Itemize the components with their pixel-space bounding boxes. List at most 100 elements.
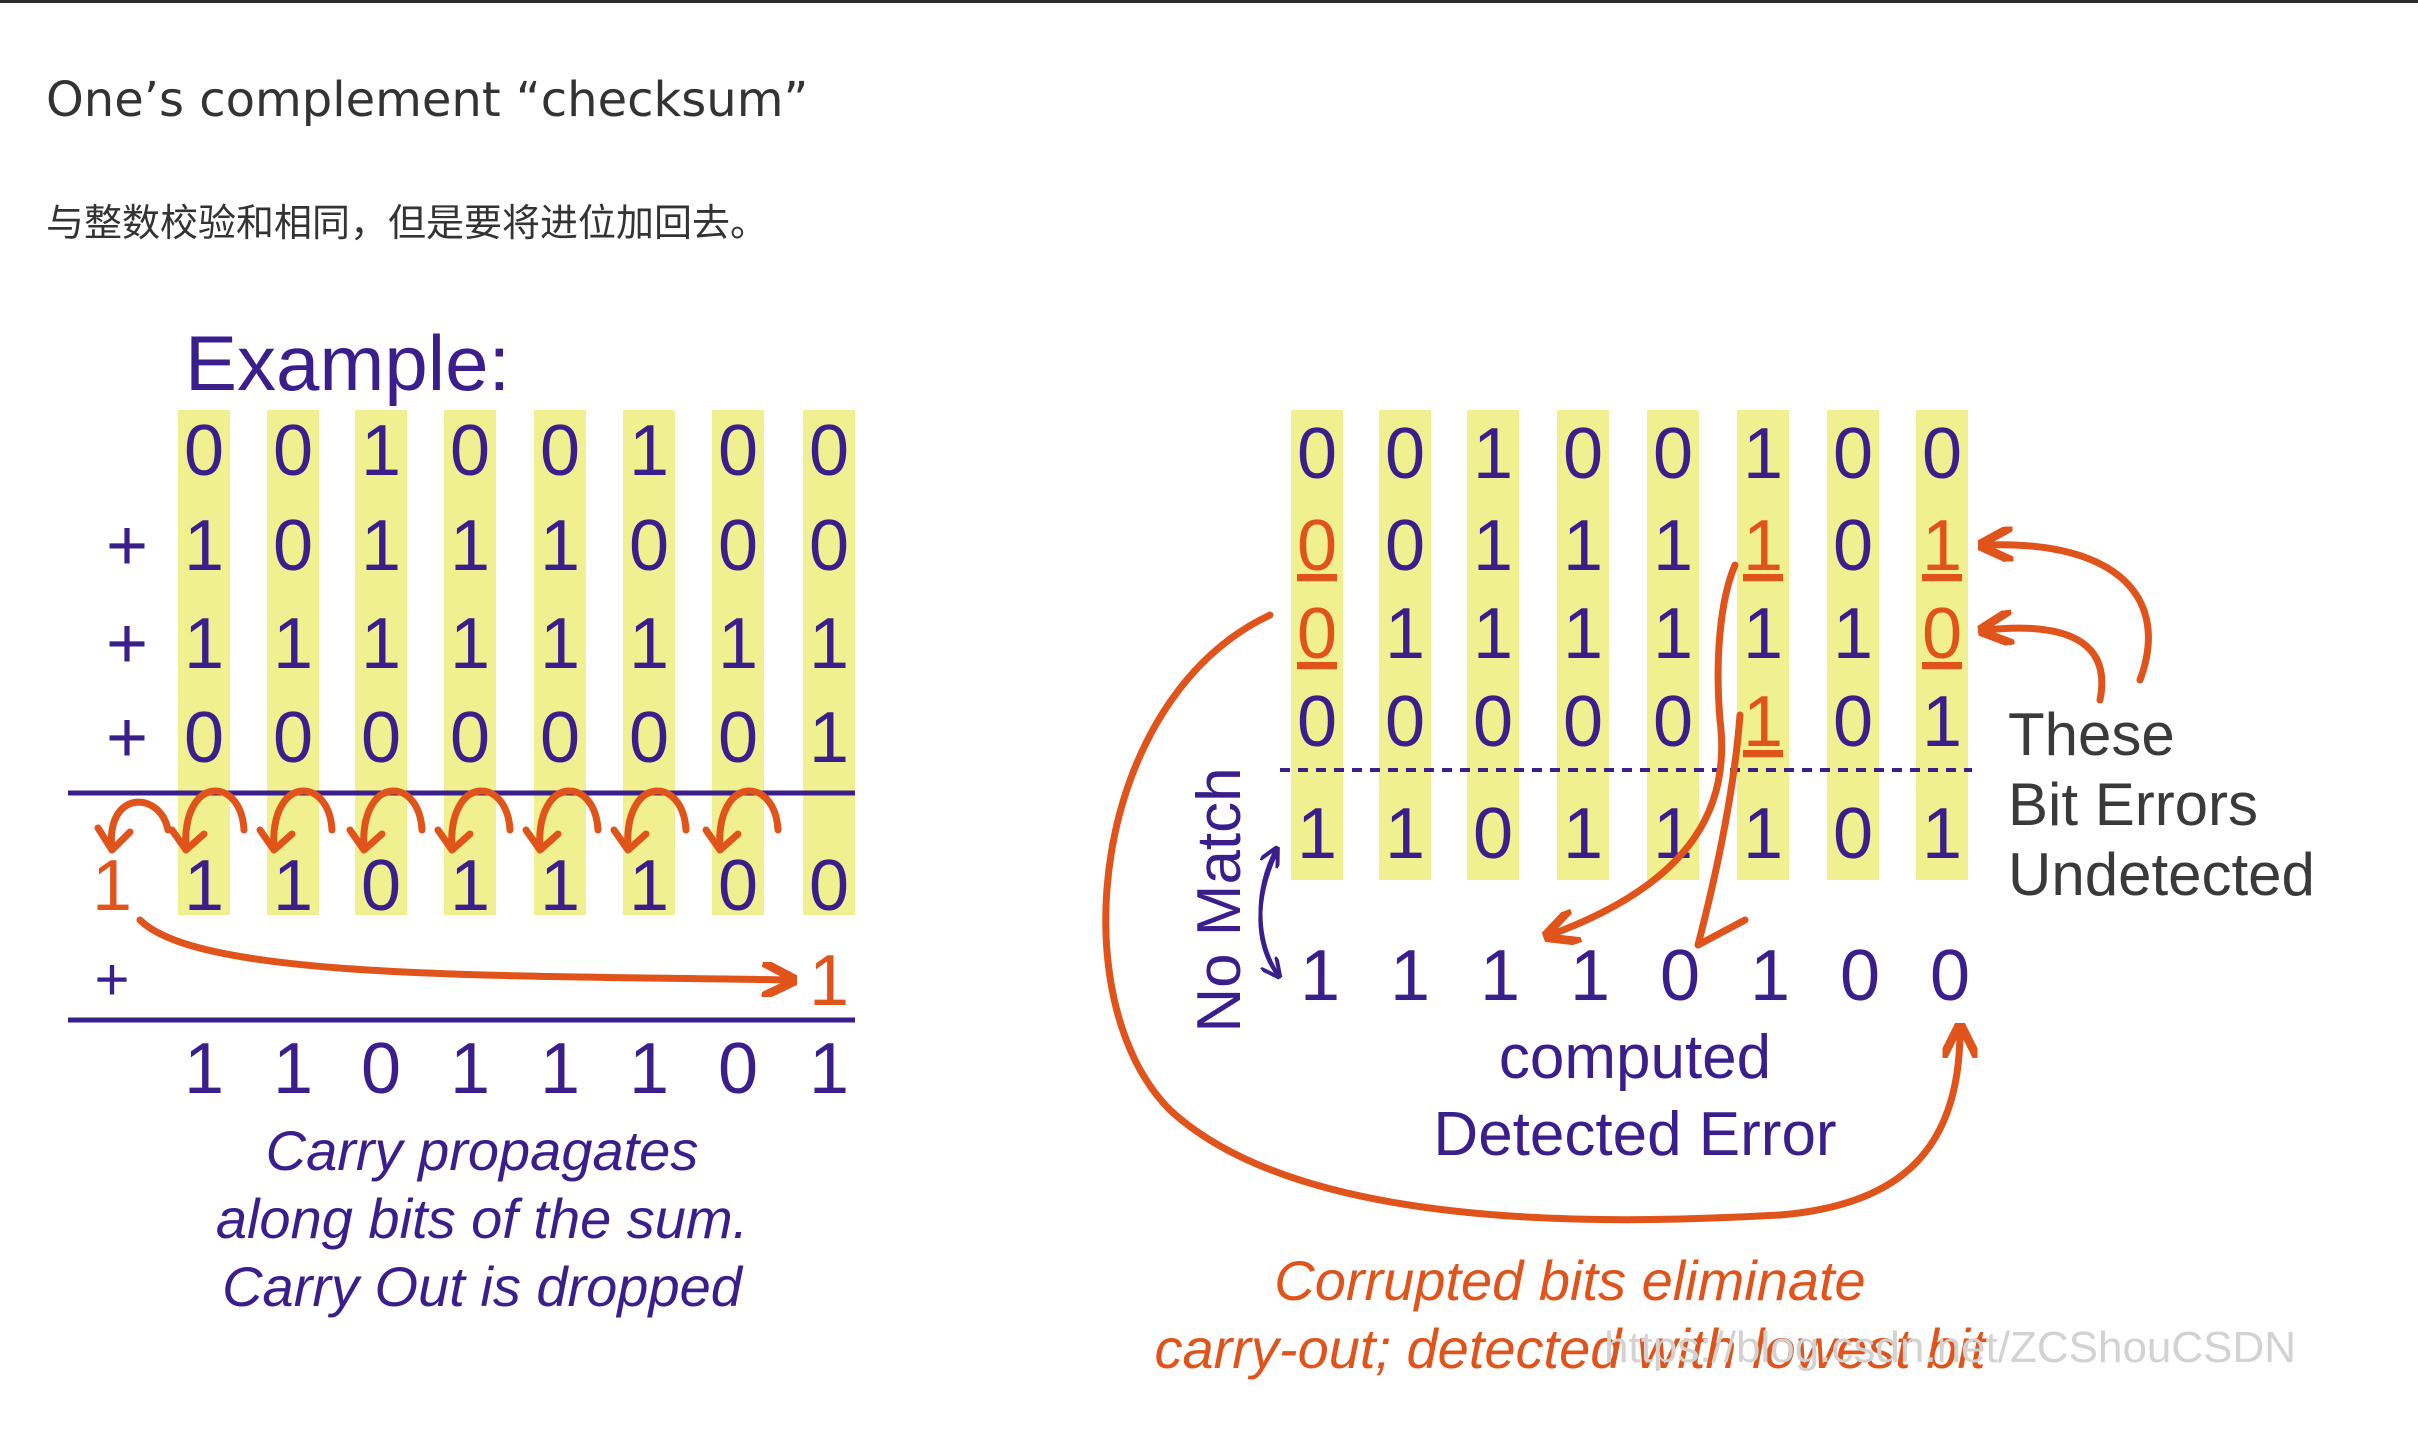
left-bit: 1 <box>540 506 580 586</box>
right-checksum-bit: 1 <box>1743 794 1783 874</box>
right-computed-bit: 1 <box>1750 936 1790 1016</box>
right-bit: 0 <box>1653 414 1693 494</box>
right-bit: 0 <box>1385 414 1425 494</box>
left-carry-add-bit: 1 <box>809 941 849 1021</box>
top-border <box>0 0 2418 3</box>
right-bit: 1 <box>1743 414 1783 494</box>
right-bit: 0 <box>1297 414 1337 494</box>
left-partial-bit: 1 <box>540 846 580 926</box>
right-computed-bit: 0 <box>1930 936 1970 1016</box>
left-final-bit: 1 <box>629 1029 669 1109</box>
left-bit: 1 <box>361 604 401 684</box>
right-bit: 1 <box>1473 506 1513 586</box>
right-computed-label: computed <box>1499 1023 1771 1092</box>
right-bit: 1 <box>1653 506 1693 586</box>
right-no-match-arrow <box>1258 850 1280 977</box>
right-bit: 0 <box>1563 682 1603 762</box>
left-bit: 1 <box>809 604 849 684</box>
left-partial-bit: 1 <box>450 846 490 926</box>
left-bit: 0 <box>540 698 580 778</box>
left-bit: 0 <box>273 411 313 491</box>
left-carry-loop-arrow <box>94 798 172 854</box>
right-checksum-bit: 1 <box>1922 794 1962 874</box>
left-bit: 1 <box>450 506 490 586</box>
left-example-label: Example: <box>185 319 510 407</box>
left-final-bit: 1 <box>540 1029 580 1109</box>
right-computed-bit: 1 <box>1480 936 1520 1016</box>
left-bit: 1 <box>718 604 758 684</box>
left-caption-line: Carry Out is dropped <box>222 1255 744 1318</box>
left-bit: 1 <box>273 604 313 684</box>
right-annotation-line: Bit Errors <box>2008 771 2258 838</box>
right-bit: 1 <box>1653 594 1693 674</box>
right-bit: 1 <box>1833 594 1873 674</box>
left-bit: 0 <box>718 506 758 586</box>
right-corrupted-bit: 0 <box>1297 594 1337 674</box>
left-partial-bit: 0 <box>809 846 849 926</box>
right-corrupted-bit: 0 <box>1297 506 1337 586</box>
left-bit: 1 <box>184 604 224 684</box>
left-partial-bit: 1 <box>273 846 313 926</box>
left-plus-sign: + <box>106 604 148 684</box>
left-bit: 1 <box>629 604 669 684</box>
right-checksum-bit: 1 <box>1297 794 1337 874</box>
page-title: One’s complement “checksum” <box>46 72 809 128</box>
left-bit: 0 <box>718 698 758 778</box>
watermark-text: https://blog.csdn.net/ZCShouCSDN <box>1604 1323 2296 1372</box>
left-bit: 1 <box>809 698 849 778</box>
left-final-bit: 0 <box>361 1029 401 1109</box>
left-final-bit: 1 <box>184 1029 224 1109</box>
left-bit: 1 <box>361 506 401 586</box>
left-partial-bit: 0 <box>361 846 401 926</box>
right-bit: 0 <box>1833 414 1873 494</box>
left-bit: 0 <box>540 411 580 491</box>
left-carry-out: 1 <box>92 846 132 926</box>
page-subtitle: 与整数校验和相同，但是要将进位加回去。 <box>46 201 769 245</box>
right-bit: 0 <box>1297 682 1337 762</box>
right-corrupted-bit: 1 <box>1922 506 1962 586</box>
left-bit: 0 <box>450 698 490 778</box>
right-bit: 1 <box>1473 594 1513 674</box>
right-bit: 0 <box>1833 506 1873 586</box>
right-bit: 1 <box>1385 594 1425 674</box>
right-computed-bit: 1 <box>1570 936 1610 1016</box>
right-corrupted-bit: 1 <box>1743 506 1783 586</box>
left-final-bit: 0 <box>718 1029 758 1109</box>
right-bit: 1 <box>1563 506 1603 586</box>
left-plus-sign: + <box>94 946 129 1013</box>
left-bit: 0 <box>809 506 849 586</box>
right-undetected-arrow <box>1985 628 2106 704</box>
right-checksum-bit: 1 <box>1563 794 1603 874</box>
left-bit: 1 <box>361 411 401 491</box>
right-corrupted-bit: 0 <box>1922 594 1962 674</box>
left-bit: 0 <box>450 411 490 491</box>
left-bit: 0 <box>184 411 224 491</box>
right-no-match-label: No Match <box>1185 767 1254 1032</box>
left-bit: 0 <box>273 698 313 778</box>
left-partial-bit: 0 <box>718 846 758 926</box>
right-bit: 0 <box>1833 682 1873 762</box>
right-bit: 0 <box>1385 506 1425 586</box>
right-bit: 1 <box>1473 414 1513 494</box>
right-bit: 1 <box>1563 594 1603 674</box>
right-checksum-bit: 0 <box>1473 794 1513 874</box>
left-final-bit: 1 <box>809 1029 849 1109</box>
right-bit: 0 <box>1922 414 1962 494</box>
right-computed-bit: 1 <box>1390 936 1430 1016</box>
right-annotation-line: Undetected <box>2008 841 2315 908</box>
right-computed-bit: 0 <box>1660 936 1700 1016</box>
left-bit: 0 <box>718 411 758 491</box>
left-final-bit: 1 <box>273 1029 313 1109</box>
right-computed-bit: 1 <box>1300 936 1340 1016</box>
left-caption-line: along bits of the sum. <box>216 1187 748 1250</box>
right-bit: 1 <box>1922 682 1962 762</box>
right-bit: 0 <box>1653 682 1693 762</box>
left-final-bit: 1 <box>450 1029 490 1109</box>
left-bit: 1 <box>629 411 669 491</box>
left-partial-bit: 1 <box>184 846 224 926</box>
checksum-figure: Example:0 0 1 0 0 1 0 01 0 1 1 1 0 0 01 1 1 1 1 1 1 10 0 0 0 0 0 0 1… <box>68 319 2315 1380</box>
left-bit: 0 <box>361 698 401 778</box>
right-bit: 1 <box>1743 594 1783 674</box>
left-bit: 0 <box>809 411 849 491</box>
left-caption-line: Carry propagates <box>266 1119 699 1182</box>
